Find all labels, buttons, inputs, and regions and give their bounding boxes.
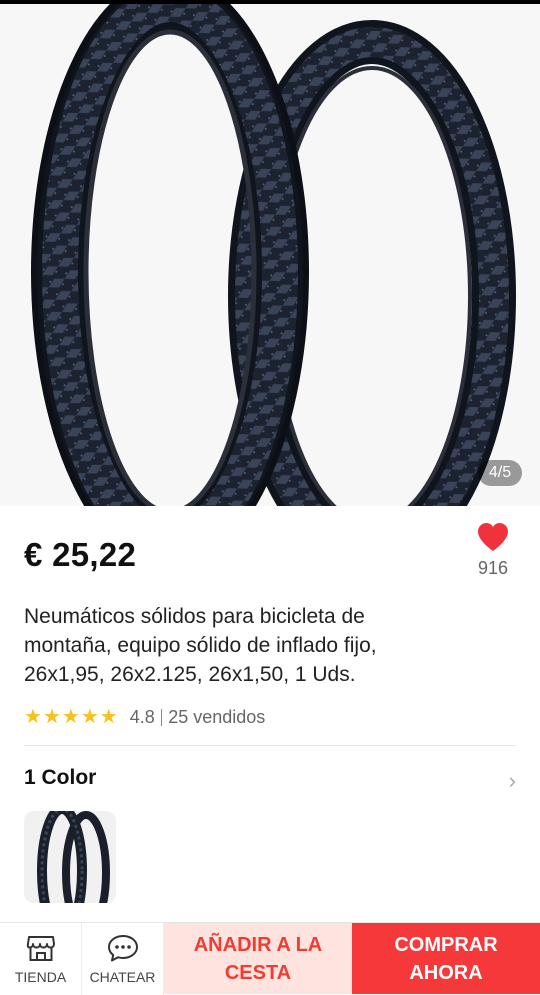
chat-button[interactable]: CHATEAR bbox=[82, 923, 164, 995]
add-to-cart-label-line1: AÑADIR A LA bbox=[193, 933, 323, 956]
favorite-count: 916 bbox=[477, 558, 509, 578]
chat-label: CHATEAR bbox=[89, 969, 156, 985]
star-icon: ★ bbox=[61, 706, 80, 728]
add-to-cart-button[interactable]: AÑADIR A LA CESTA bbox=[164, 923, 352, 994]
image-counter: 4/5 bbox=[478, 460, 522, 486]
add-to-cart-label-line2: CESTA bbox=[224, 961, 292, 984]
color-selector-row[interactable]: 1 Color › bbox=[24, 766, 516, 794]
star-icon: ★ bbox=[24, 706, 42, 728]
color-label: 1 Color bbox=[24, 766, 97, 789]
color-variant-thumbnail[interactable] bbox=[24, 811, 116, 903]
bottom-action-bar: TIENDA CHATEAR AÑADIR A LA CESTA COMPRAR… bbox=[0, 922, 540, 995]
store-label: TIENDA bbox=[14, 969, 67, 985]
variant-image bbox=[37, 811, 110, 903]
buy-now-label-line1: COMPRAR bbox=[394, 933, 498, 956]
product-title-line: montaña, equipo sólido de inflado fijo, bbox=[24, 634, 377, 657]
rating-summary[interactable]: ★ ★ ★ ★ ★ 4.8 25 vendidos bbox=[24, 705, 265, 729]
product-image-carousel[interactable]: 4/5 bbox=[0, 4, 540, 506]
product-title: Neumáticos sólidos para bicicleta de mon… bbox=[24, 602, 494, 689]
store-button[interactable]: TIENDA bbox=[0, 923, 82, 995]
store-icon bbox=[26, 936, 55, 961]
chevron-right-icon: › bbox=[508, 768, 516, 793]
chat-bubble-icon bbox=[107, 935, 138, 962]
product-price: € 25,22 bbox=[24, 536, 137, 573]
rating-separator bbox=[160, 708, 163, 726]
heart-icon bbox=[478, 523, 508, 551]
buy-now-label-line2: AHORA bbox=[409, 961, 483, 984]
product-image bbox=[31, 4, 516, 506]
section-divider bbox=[24, 745, 516, 746]
buy-now-button[interactable]: COMPRAR AHORA bbox=[352, 923, 540, 994]
star-icon: ★ bbox=[42, 706, 61, 728]
rating-stars: ★ ★ ★ ★ ★ bbox=[24, 707, 118, 727]
rating-score: 4.8 bbox=[129, 706, 155, 727]
favorite-button[interactable]: 916 bbox=[468, 522, 518, 579]
star-icon: ★ bbox=[99, 706, 118, 728]
product-title-line: Neumáticos sólidos para bicicleta de bbox=[24, 605, 365, 628]
product-title-line: 26x1,95, 26x2.125, 26x1,50, 1 Uds. bbox=[24, 663, 356, 686]
star-icon: ★ bbox=[80, 706, 99, 728]
sold-count: 25 vendidos bbox=[168, 706, 266, 727]
